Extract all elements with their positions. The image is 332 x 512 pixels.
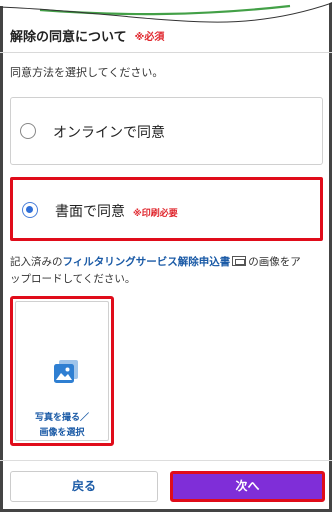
option-label: 書面で同意 ※印刷必要 — [55, 201, 178, 221]
option-paper-consent[interactable]: 書面で同意 ※印刷必要 — [10, 177, 323, 241]
application-form-link[interactable]: フィルタリングサービス解除申込書 — [63, 256, 231, 268]
next-button[interactable]: 次へ — [170, 471, 325, 502]
section-header: 解除の同意について ※必須 — [10, 26, 165, 45]
upload-suffix: の画像をア — [248, 256, 301, 268]
top-wave-decoration — [0, 0, 332, 23]
radio-selected-icon[interactable] — [22, 202, 38, 218]
section-title: 解除の同意について — [10, 29, 127, 45]
external-window-icon[interactable] — [232, 256, 247, 266]
upload-line2: ップロードしてください。 — [10, 273, 136, 285]
photo-label-line1: 写真を撮る／ — [34, 413, 89, 423]
header-divider — [0, 52, 332, 53]
photo-upload-inner: 写真を撮る／ 画像を選択 — [15, 301, 109, 441]
option-label-text: 書面で同意 — [55, 204, 125, 220]
back-button[interactable]: 戻る — [10, 471, 158, 502]
image-icon — [54, 360, 78, 383]
radio-unselected-icon[interactable] — [20, 123, 36, 139]
photo-label-line2: 画像を選択 — [39, 428, 85, 438]
upload-prefix: 記入済みの — [10, 256, 63, 268]
radio-dot — [26, 206, 33, 213]
print-required-note: ※印刷必要 — [133, 209, 178, 219]
footer-divider — [0, 460, 332, 461]
upload-instruction: 記入済みのフィルタリングサービス解除申込書 の画像をア ップロードしてください。 — [10, 254, 325, 288]
option-online-consent[interactable]: オンラインで同意 — [10, 97, 323, 165]
instruction-text: 同意方法を選択してください。 — [10, 66, 164, 79]
photo-upload-button[interactable]: 写真を撮る／ 画像を選択 — [10, 296, 114, 446]
required-badge: ※必須 — [134, 31, 165, 43]
option-label: オンラインで同意 — [53, 125, 165, 141]
